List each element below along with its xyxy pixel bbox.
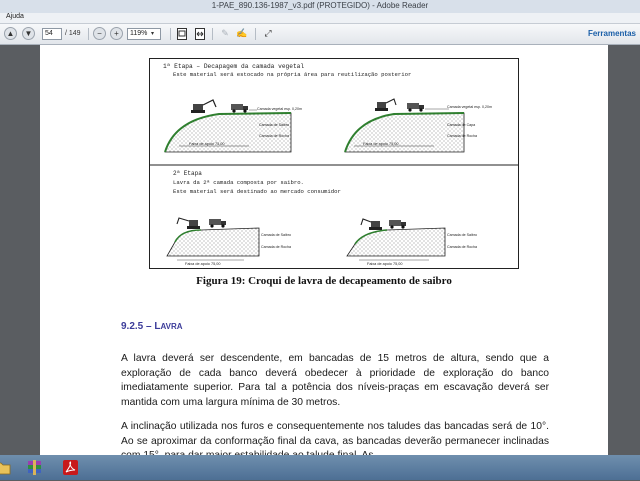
label-faixa: Faixa de apoio 75,00 <box>189 142 224 146</box>
stage2-title: 2ª Etapa <box>173 170 202 177</box>
label-saibro: Camada de Saibro <box>261 233 291 237</box>
label-saibro: Camada de Saibro <box>259 123 289 127</box>
stage2-description-2: Este material será destinado ao mercado … <box>173 188 341 195</box>
mining-sketch-figure: 1ª Etapa – Decapagem da camada vegetal E… <box>149 58 519 269</box>
toolbar-separator <box>212 28 213 40</box>
label-faixa: Faixa de apoio 75,00 <box>185 262 220 266</box>
stage1-description: Este material será estocado na própria á… <box>173 71 411 78</box>
adobe-reader-icon[interactable] <box>62 459 79 476</box>
taskbar <box>0 455 640 480</box>
toolbar: ▲ ▼ 54 / 149 − + 119% ▾ ✎ ✍ ⤢ Ferramenta… <box>0 24 640 45</box>
folder-icon[interactable] <box>0 459 11 476</box>
stage1-title: 1ª Etapa – Decapagem da camada vegetal <box>163 63 304 70</box>
pdf-page: 1ª Etapa – Decapagem da camada vegetal E… <box>40 45 608 455</box>
expand-icon[interactable]: ⤢ <box>261 27 275 40</box>
figure-caption: Figura 19: Croqui de lavra de decapeamen… <box>196 275 452 287</box>
label-vegetal: Camada vegetal esp. 0,20m <box>447 105 492 109</box>
label-rocha: Camada de Rocha <box>447 134 477 138</box>
window-title: 1-PAE_890.136-1987_v3.pdf (PROTEGIDO) - … <box>211 1 429 10</box>
toolbar-separator <box>170 28 171 40</box>
winrar-icon[interactable] <box>26 459 43 476</box>
toolbar-separator <box>255 28 256 40</box>
page-up-button[interactable]: ▲ <box>4 27 17 40</box>
fit-width-icon[interactable] <box>193 27 207 40</box>
label-faixa: Faixa de apoio 75,00 <box>367 262 402 266</box>
page-down-button[interactable]: ▼ <box>22 27 35 40</box>
menu-bar: Ajuda <box>0 13 640 24</box>
toolbar-separator <box>88 28 89 40</box>
comment-icon[interactable]: ✎ <box>218 27 232 40</box>
section-number: 9.2.5 – L <box>121 321 161 332</box>
page-number-input[interactable]: 54 <box>42 28 62 40</box>
label-rocha: Camada de Rocha <box>261 245 291 249</box>
fit-page-icon[interactable] <box>175 27 189 40</box>
stage2-description-1: Lavra da 2ª camada composta por saibro. <box>173 179 304 186</box>
zoom-select[interactable]: 119% <box>127 28 161 40</box>
label-vegetal: Camada vegetal esp. 0,20m <box>257 107 302 111</box>
chevron-down-icon[interactable]: ▾ <box>151 27 154 40</box>
paragraph-2: A inclinação utilizada nos furos e conse… <box>121 421 549 455</box>
paragraph-1: A lavra deverá ser descendente, em banca… <box>121 353 549 408</box>
page-total: / 149 <box>65 30 81 37</box>
zoom-out-button[interactable]: − <box>93 27 106 40</box>
menu-help[interactable]: Ajuda <box>6 13 24 20</box>
zoom-in-button[interactable]: + <box>110 27 123 40</box>
label-saibro: Camada de Saibro <box>447 233 477 237</box>
label-faixa: Faixa de apoio 75,00 <box>363 142 398 146</box>
section-heading: 9.2.5 – LAVRA <box>121 321 183 332</box>
label-rocha: Camada de Rocha <box>259 134 289 138</box>
label-capa: Camada de Capa <box>447 123 475 127</box>
document-viewport[interactable]: 1ª Etapa – Decapagem da camada vegetal E… <box>0 45 640 455</box>
sign-icon[interactable]: ✍ <box>235 27 249 40</box>
section-title-rest: AVRA <box>160 322 183 331</box>
label-rocha: Camada de Rocha <box>447 245 477 249</box>
title-bar: 1-PAE_890.136-1987_v3.pdf (PROTEGIDO) - … <box>0 0 640 14</box>
tools-link[interactable]: Ferramentas <box>588 29 636 38</box>
